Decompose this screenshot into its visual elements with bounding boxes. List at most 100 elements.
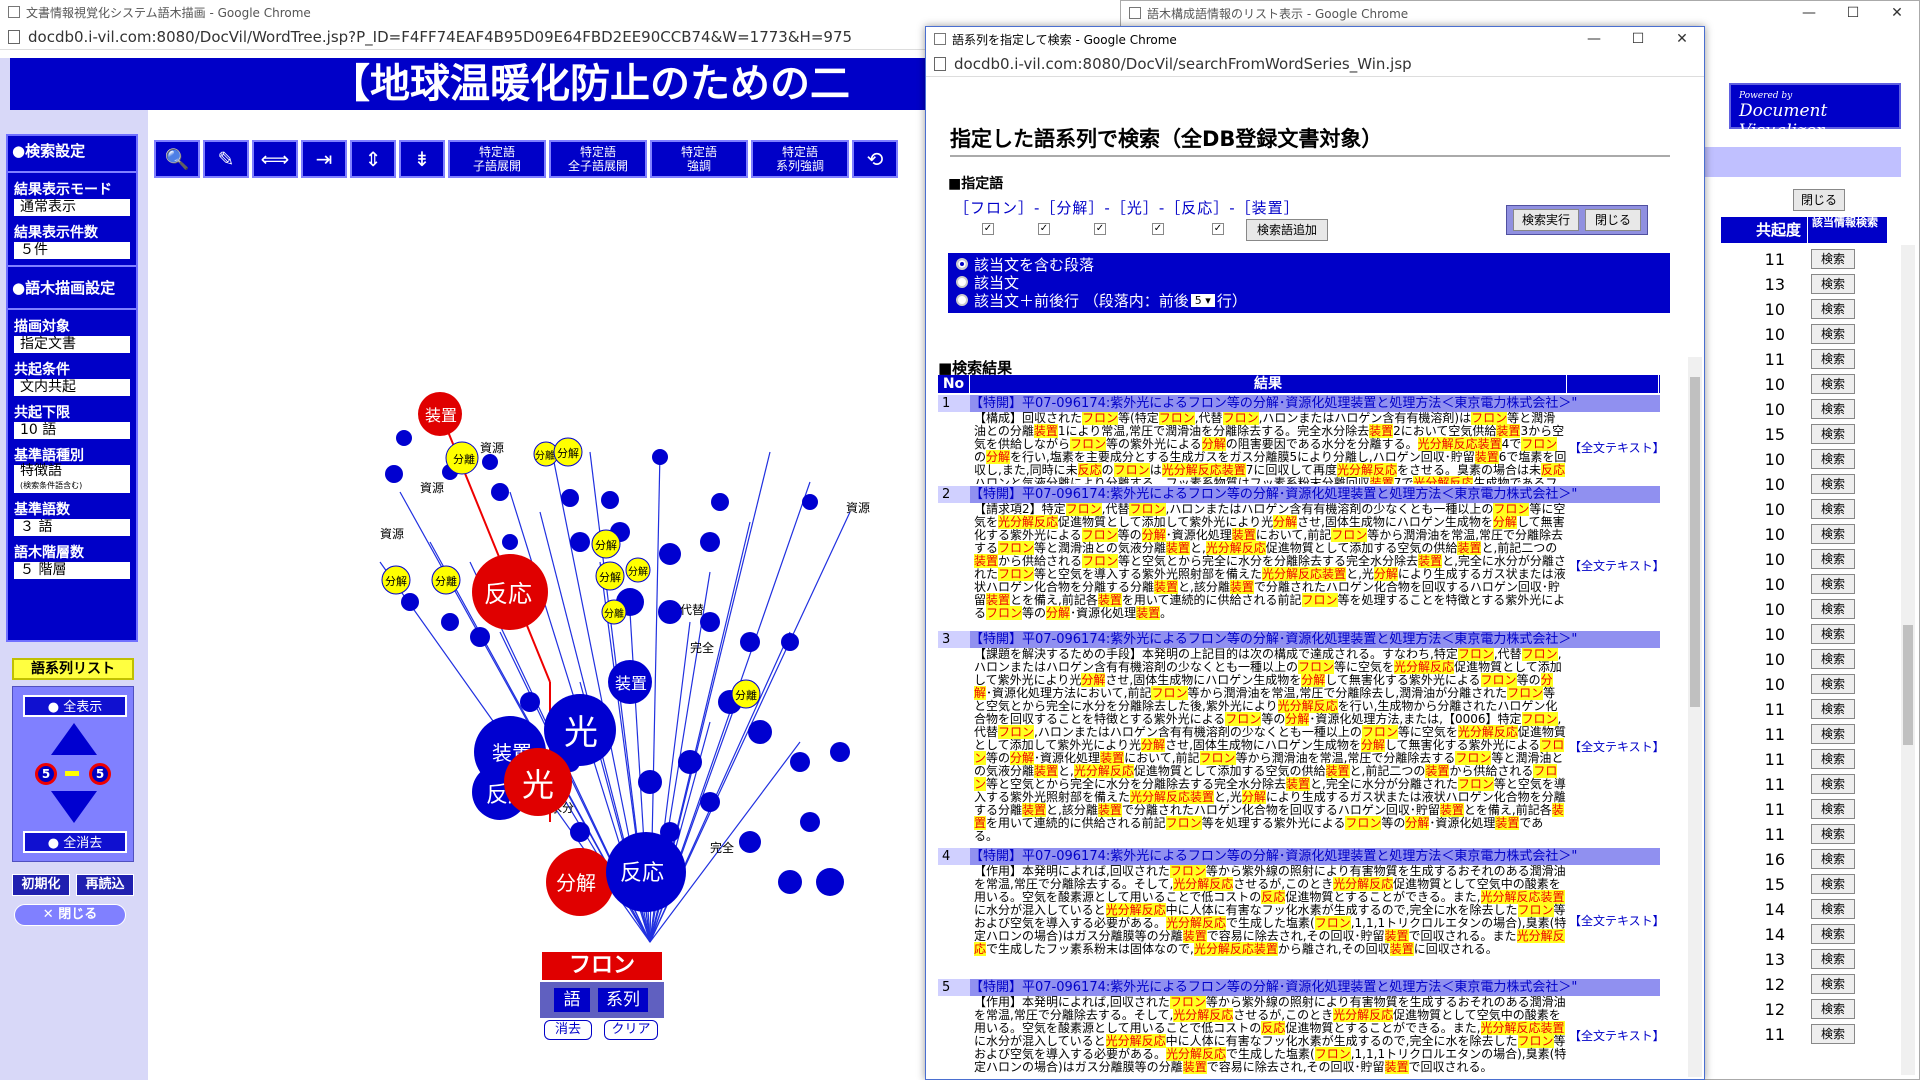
radio-context[interactable] [956,294,968,306]
add-term-button[interactable]: 検索語追加 [1246,219,1328,241]
result-title-row[interactable]: 3 【特開】平07-096174:紫外光によるフロン等の分解･資源化処理装置と処理… [938,631,1660,648]
full-text-link[interactable]: 【全文テキスト】 [1567,865,1665,977]
list-search-button[interactable]: 検索 [1811,474,1855,494]
minimize-icon[interactable]: — [1787,1,1831,25]
list-search-button[interactable]: 検索 [1811,924,1855,944]
result-title-row[interactable]: 1 【特開】平07-096174:紫外光によるフロン等の分解･資源化処理装置と処理… [938,395,1660,412]
list-search-button[interactable]: 検索 [1811,424,1855,444]
list-search-button[interactable]: 検索 [1811,774,1855,794]
maximize-icon[interactable]: ☐ [1616,27,1660,51]
list-search-button[interactable]: 検索 [1811,699,1855,719]
close-main-button[interactable]: ✕ 閉じる [14,904,126,926]
widen-icon[interactable]: ⟺ [252,140,298,178]
list-search-button[interactable]: 検索 [1811,949,1855,969]
context-lines-select[interactable]: 5 ▾ [1190,293,1215,307]
result-title-row[interactable]: 2 【特開】平07-096174:紫外光によるフロン等の分解･資源化処理装置と処理… [938,486,1660,503]
root-word-node[interactable]: フロン [540,950,664,982]
list-search-button[interactable]: 検索 [1811,974,1855,994]
series-list-button[interactable]: 語系列リスト [12,658,134,680]
list-search-button[interactable]: 検索 [1811,599,1855,619]
narrow-icon[interactable]: ⇥ [301,140,347,178]
maximize-icon[interactable]: ☐ [1831,1,1875,25]
list-search-button[interactable]: 検索 [1811,324,1855,344]
result-title-link[interactable]: 【特開】平07-096174:紫外光によるフロン等の分解･資源化処理装置と処理方… [970,631,1660,648]
close-icon[interactable]: ✕ [1875,1,1919,25]
radio-sentence[interactable] [956,276,968,288]
term-checkbox-4[interactable]: ✓ [1152,223,1164,235]
list-search-button[interactable]: 検索 [1811,249,1855,269]
list-search-button[interactable]: 検索 [1811,524,1855,544]
list-close-button[interactable]: 閉じる [1793,189,1845,211]
target-select[interactable]: 指定文書 [14,336,130,353]
erase-all-button[interactable]: ● 全消去 [23,831,127,853]
level-to[interactable]: 5 [89,763,111,785]
shorten-icon[interactable]: ⇟ [399,140,445,178]
list-search-button[interactable]: 検索 [1811,649,1855,669]
radio-paragraph[interactable] [956,258,968,270]
option-sentence[interactable]: 該当文 [956,273,1662,292]
list-search-button[interactable]: 検索 [1811,549,1855,569]
level-down-arrow[interactable] [51,791,97,823]
list-search-button[interactable]: 検索 [1811,849,1855,869]
zoom-icon[interactable]: 🔍 [154,140,200,178]
limit-select[interactable]: 10 語 [14,422,130,439]
execute-search-button[interactable]: 検索実行 [1513,209,1579,231]
full-text-link[interactable]: 【全文テキスト】 [1567,648,1665,846]
expand-all-children-button[interactable]: 特定語 全子語展開 [549,140,647,178]
type-select[interactable]: 特徴語 (検索条件語含む) [14,464,130,493]
pen-icon[interactable]: ✎ [203,140,249,178]
result-title-link[interactable]: 【特開】平07-096174:紫外光によるフロン等の分解･資源化処理装置と処理方… [970,848,1660,865]
result-title-row[interactable]: 5 【特開】平07-096174:紫外光によるフロン等の分解･資源化処理装置と処理… [938,979,1660,996]
result-title-link[interactable]: 【特開】平07-096174:紫外光によるフロン等の分解･資源化処理装置と処理方… [970,486,1660,503]
full-text-link[interactable]: 【全文テキスト】 [1567,503,1665,629]
result-title-row[interactable]: 4 【特開】平07-096174:紫外光によるフロン等の分解･資源化処理装置と処理… [938,848,1660,865]
list-search-button[interactable]: 検索 [1811,349,1855,369]
root-erase-button[interactable]: 消去 [544,1020,592,1040]
depth-select[interactable]: ５ 階層 [14,562,130,579]
list-search-button[interactable]: 検索 [1811,574,1855,594]
result-title-link[interactable]: 【特開】平07-096174:紫外光によるフロン等の分解･資源化処理装置と処理方… [970,395,1660,412]
minimize-icon[interactable]: — [1572,27,1616,51]
term-checkbox-2[interactable]: ✓ [1038,223,1050,235]
heighten-icon[interactable]: ⇕ [350,140,396,178]
term-checkbox-1[interactable]: ✓ [982,223,994,235]
popup-address-bar[interactable]: docdb0.i-vil.com:8080/DocVil/searchFromW… [926,51,1704,77]
term-checkbox-5[interactable]: ✓ [1212,223,1224,235]
cooc-select[interactable]: 文内共起 [14,379,130,396]
main-address-bar[interactable]: docdb0.i-vil.com:8080/DocVil/WordTree.js… [0,24,930,50]
list-search-button[interactable]: 検索 [1811,824,1855,844]
list-search-button[interactable]: 検索 [1811,624,1855,644]
list-search-button[interactable]: 検索 [1811,274,1855,294]
list-search-button[interactable]: 検索 [1811,1024,1855,1044]
init-button[interactable]: 初期化 [12,874,70,896]
tree-yellow-nodes[interactable]: 分離 分離 分解 分解 分離 分解 分解 分解 分離 分離 [381,437,761,709]
list-scrollbar[interactable] [1901,245,1915,1075]
list-search-button[interactable]: 検索 [1811,724,1855,744]
list-search-button[interactable]: 検索 [1811,299,1855,319]
list-search-button[interactable]: 検索 [1811,749,1855,769]
full-text-link[interactable]: 【全文テキスト】 [1567,996,1665,1076]
emphasize-word-button[interactable]: 特定語 強調 [650,140,748,178]
rotate-icon[interactable]: ⟲ [852,140,898,178]
list-search-button[interactable]: 検索 [1811,674,1855,694]
option-paragraph[interactable]: 該当文を含む段落 [956,255,1662,274]
root-clear-button[interactable]: クリア [604,1020,658,1040]
reload-button[interactable]: 再読込 [76,874,134,896]
list-search-button[interactable]: 検索 [1811,874,1855,894]
root-series-button[interactable]: 系列 [598,988,648,1012]
level-up-arrow[interactable] [51,723,97,755]
show-all-button[interactable]: ● 全表示 [23,695,127,717]
root-word-button[interactable]: 語 [554,988,590,1012]
count-select[interactable]: ５件 [14,242,130,259]
level-from[interactable]: 5 [35,763,57,785]
popup-scrollbar[interactable] [1688,357,1702,1077]
option-context[interactable]: 該当文＋前後行 （段落内：前後 5 ▾ 行） [956,291,1662,310]
close-icon[interactable]: ✕ [1660,27,1704,51]
full-text-link[interactable]: 【全文テキスト】 [1567,412,1665,484]
word-tree-canvas[interactable]: 資源 資源 資源 資源 完全 代替 水分 完全 分離 分離 分解 分解 分離 分… [150,182,930,1080]
mode-select[interactable]: 通常表示 [14,199,130,216]
list-search-button[interactable]: 検索 [1811,799,1855,819]
list-search-button[interactable]: 検索 [1811,999,1855,1019]
base-count-select[interactable]: ３ 語 [14,519,130,536]
expand-children-button[interactable]: 特定語 子語展開 [448,140,546,178]
